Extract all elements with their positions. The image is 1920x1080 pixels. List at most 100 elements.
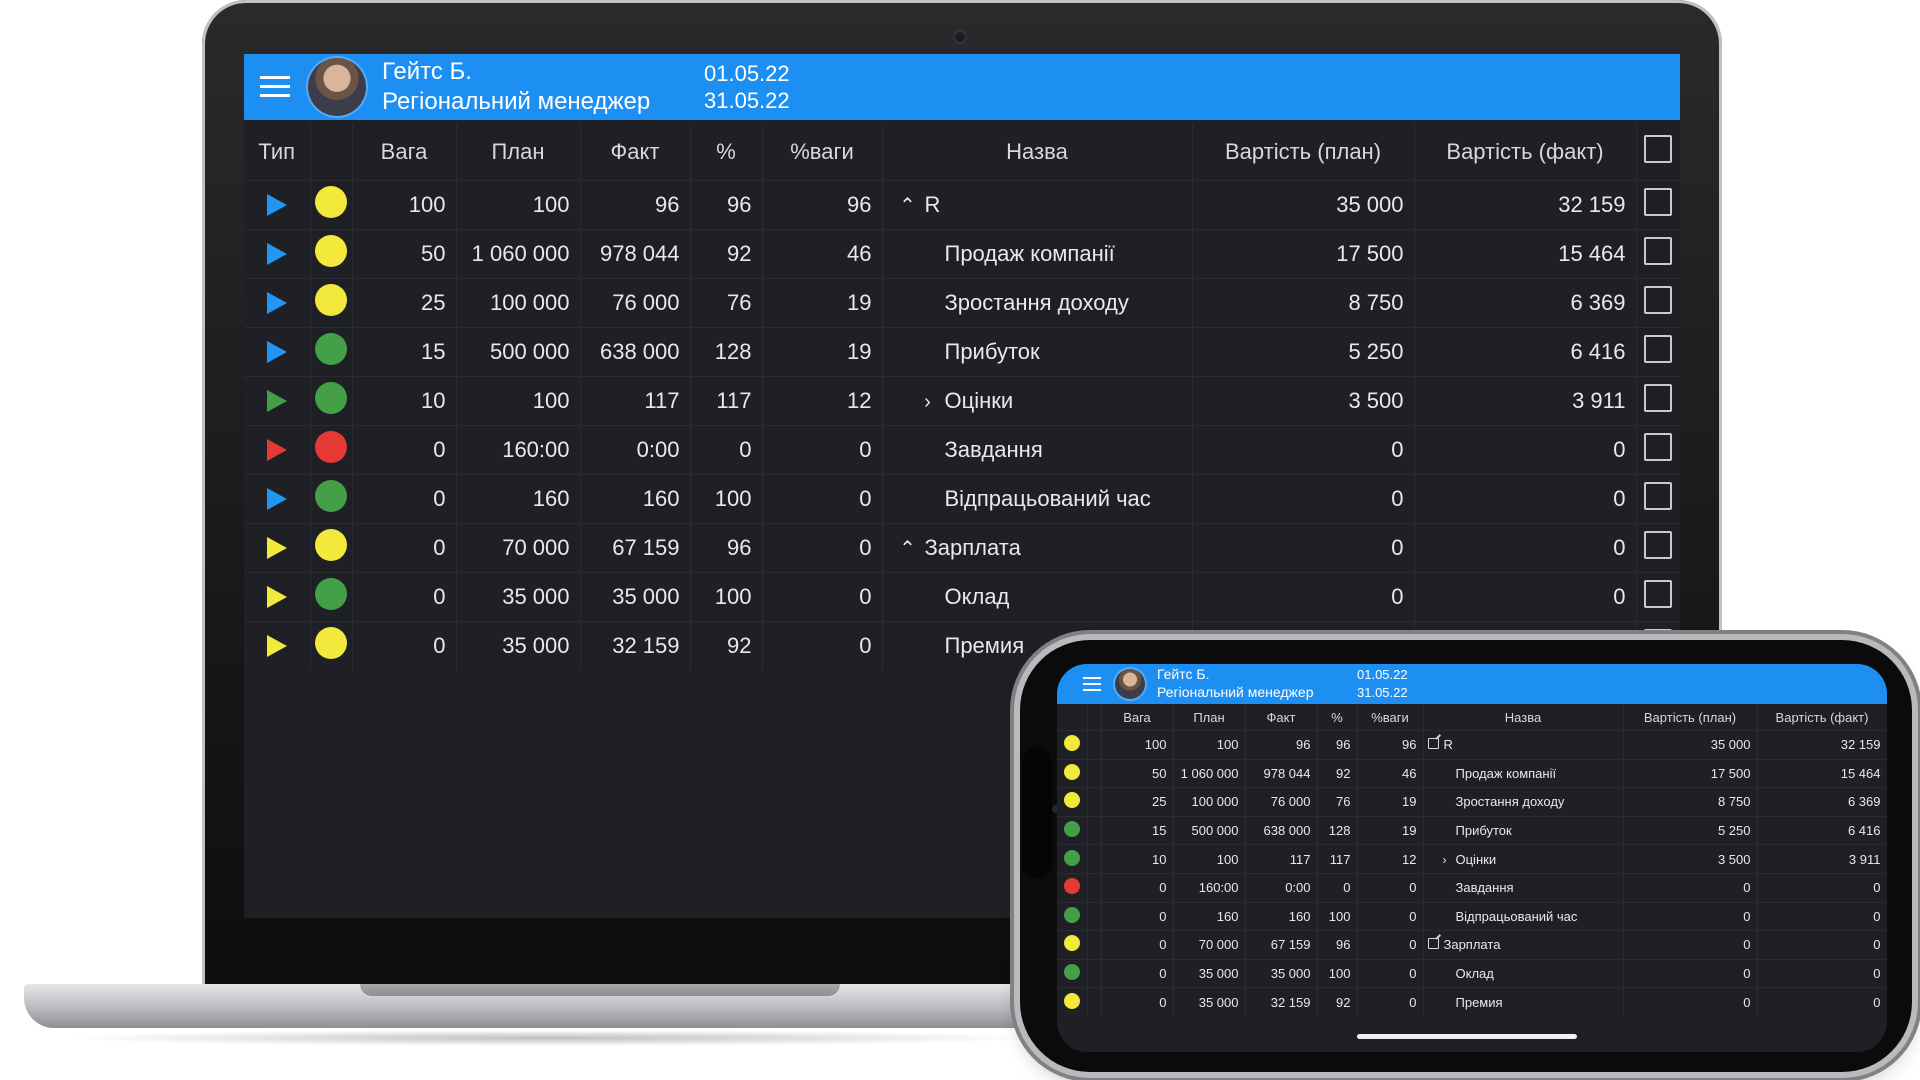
col-type[interactable]: Тип <box>244 124 311 181</box>
col-cost-fact[interactable]: Вартість (факт) <box>1414 124 1637 181</box>
play-icon[interactable] <box>266 635 287 657</box>
phone-col-percent-weight[interactable]: %ваги <box>1357 704 1424 731</box>
phone-table-row[interactable]: 100 100 96 96 96 R 35 000 32 159 <box>1057 730 1887 760</box>
phone-table-row[interactable]: 0 35 000 35 000 100 0 Оклад 0 0 <box>1057 958 1887 988</box>
row-checkbox[interactable] <box>1644 580 1672 608</box>
phone-col-plan[interactable]: План <box>1173 704 1246 731</box>
status-cell <box>310 425 353 475</box>
row-name[interactable]: Продаж компанії <box>1456 766 1557 781</box>
table-row[interactable]: 10 100 117 117 12 › Оцінки 3 500 3 911 <box>244 376 1680 426</box>
edit-icon[interactable] <box>1427 738 1439 750</box>
edit-icon[interactable] <box>1427 938 1439 950</box>
phone-table-row[interactable]: 0 35 000 32 159 92 0 Премия 0 0 <box>1057 987 1887 1016</box>
phone-table-header: Вага План Факт % %ваги Назва Вартість (п… <box>1057 704 1887 731</box>
phone-col-name[interactable]: Назва <box>1423 704 1624 731</box>
weight-cell: 0 <box>352 621 457 670</box>
row-name[interactable]: Відпрацьований час <box>1456 909 1578 924</box>
row-name[interactable]: Премия <box>1456 995 1503 1010</box>
row-name[interactable]: Зарплата <box>925 535 1021 560</box>
table-row[interactable]: 0 160 160 100 0 Відпрацьований час 0 0 <box>244 474 1680 524</box>
row-name[interactable]: Відпрацьований час <box>945 486 1151 511</box>
play-icon[interactable] <box>266 390 287 412</box>
phone-plan-cell: 1 060 000 <box>1173 758 1246 788</box>
col-name[interactable]: Назва <box>882 124 1193 181</box>
play-icon[interactable] <box>266 586 287 608</box>
play-icon[interactable] <box>266 194 287 216</box>
table-row[interactable]: 0 160:00 0:00 0 0 Завдання 0 0 <box>244 425 1680 475</box>
row-name[interactable]: Оцінки <box>1456 852 1497 867</box>
menu-icon[interactable] <box>260 76 290 97</box>
home-indicator[interactable] <box>1357 1034 1577 1039</box>
play-icon[interactable] <box>266 439 287 461</box>
phone-avatar[interactable] <box>1115 669 1145 699</box>
phone-table-row[interactable]: 50 1 060 000 978 044 92 46 Продаж компанії 17 … <box>1057 758 1887 788</box>
row-checkbox[interactable] <box>1644 433 1672 461</box>
phone-table-row[interactable]: 0 160 160 100 0 Відпрацьований час 0 0 <box>1057 901 1887 931</box>
play-icon[interactable] <box>266 243 287 265</box>
row-name[interactable]: Зарплата <box>1444 937 1501 952</box>
row-checkbox[interactable] <box>1644 384 1672 412</box>
table-row[interactable]: 0 35 000 35 000 100 0 Оклад 0 0 <box>244 572 1680 622</box>
col-percent-weight[interactable]: %ваги <box>762 124 883 181</box>
phone-col-weight[interactable]: Вага <box>1101 704 1174 731</box>
avatar[interactable] <box>308 58 366 116</box>
col-plan[interactable]: План <box>456 124 581 181</box>
row-name[interactable]: Прибуток <box>1456 823 1512 838</box>
row-checkbox[interactable] <box>1644 482 1672 510</box>
expand-icon[interactable]: › <box>917 391 939 414</box>
phone-date-to[interactable]: 31.05.22 <box>1357 685 1408 700</box>
row-checkbox[interactable] <box>1644 237 1672 265</box>
row-checkbox[interactable] <box>1644 335 1672 363</box>
row-name[interactable]: Премия <box>945 633 1025 658</box>
phone-col-fact[interactable]: Факт <box>1245 704 1318 731</box>
row-name[interactable]: Оцінки <box>945 388 1014 413</box>
col-cost-plan[interactable]: Вартість (план) <box>1192 124 1415 181</box>
col-weight[interactable]: Вага <box>352 124 457 181</box>
phone-col-percent[interactable]: % <box>1317 704 1358 731</box>
row-name[interactable]: R <box>1444 737 1453 752</box>
phone-col-cost-plan[interactable]: Вартість (план) <box>1623 704 1758 731</box>
phone-table-row[interactable]: 0 70 000 67 159 96 0 Зарплата 0 0 <box>1057 930 1887 960</box>
row-name[interactable]: R <box>925 192 941 217</box>
status-dot-icon <box>1063 935 1080 952</box>
collapse-icon[interactable]: ⌃ <box>897 193 919 218</box>
row-name[interactable]: Продаж компанії <box>945 241 1115 266</box>
table-row[interactable]: 50 1 060 000 978 044 92 46 Продаж компанії 17 … <box>244 229 1680 279</box>
phone-plan-cell: 100 000 <box>1173 787 1246 817</box>
phone-col-cost-fact[interactable]: Вартість (факт) <box>1757 704 1887 731</box>
phone-table-row[interactable]: 10 100 117 117 12 › Оцінки 3 500 3 911 <box>1057 844 1887 874</box>
phone-table-row[interactable]: 25 100 000 76 000 76 19 Зростання доходу 8 750… <box>1057 787 1887 817</box>
row-name[interactable]: Оклад <box>1456 966 1494 981</box>
table-row[interactable]: 100 100 96 96 96 ⌃ R 35 000 32 159 <box>244 180 1680 230</box>
row-name[interactable]: Завдання <box>945 437 1043 462</box>
col-fact[interactable]: Факт <box>580 124 691 181</box>
row-name[interactable]: Завдання <box>1456 880 1514 895</box>
col-percent[interactable]: % <box>690 124 763 181</box>
phone-table-row[interactable]: 0 160:00 0:00 0 0 Завдання 0 0 <box>1057 872 1887 903</box>
row-name[interactable]: Прибуток <box>945 339 1040 364</box>
row-checkbox[interactable] <box>1644 188 1672 216</box>
select-all-checkbox[interactable] <box>1644 135 1672 163</box>
collapse-icon[interactable]: ⌃ <box>897 536 919 561</box>
phone-percent-weight-cell: 0 <box>1357 901 1424 931</box>
date-to[interactable]: 31.05.22 <box>704 88 790 114</box>
table-row[interactable]: 15 500 000 638 000 128 19 Прибуток 5 250 6 416 <box>244 327 1680 377</box>
play-icon[interactable] <box>266 488 287 510</box>
play-icon[interactable] <box>266 537 287 559</box>
play-icon[interactable] <box>266 292 287 314</box>
row-checkbox[interactable] <box>1644 286 1672 314</box>
date-from[interactable]: 01.05.22 <box>704 61 790 87</box>
expand-icon[interactable]: › <box>1438 853 1452 867</box>
table-row[interactable]: 25 100 000 76 000 76 19 Зростання доходу 8 750… <box>244 278 1680 328</box>
row-checkbox[interactable] <box>1644 531 1672 559</box>
phone-date-from[interactable]: 01.05.22 <box>1357 667 1408 682</box>
phone-table-row[interactable]: 15 500 000 638 000 128 19 Прибуток 5 250 6 416 <box>1057 815 1887 845</box>
phone-percent-cell: 76 <box>1317 787 1358 817</box>
phone-menu-icon[interactable] <box>1083 677 1101 691</box>
row-name[interactable]: Оклад <box>945 584 1010 609</box>
row-name[interactable]: Зростання доходу <box>945 290 1129 315</box>
play-icon[interactable] <box>266 341 287 363</box>
row-name[interactable]: Зростання доходу <box>1456 794 1565 809</box>
table-row[interactable]: 0 70 000 67 159 96 0 ⌃ Зарплата 0 0 <box>244 523 1680 573</box>
phone-name-cell: Зростання доходу <box>1423 787 1624 817</box>
